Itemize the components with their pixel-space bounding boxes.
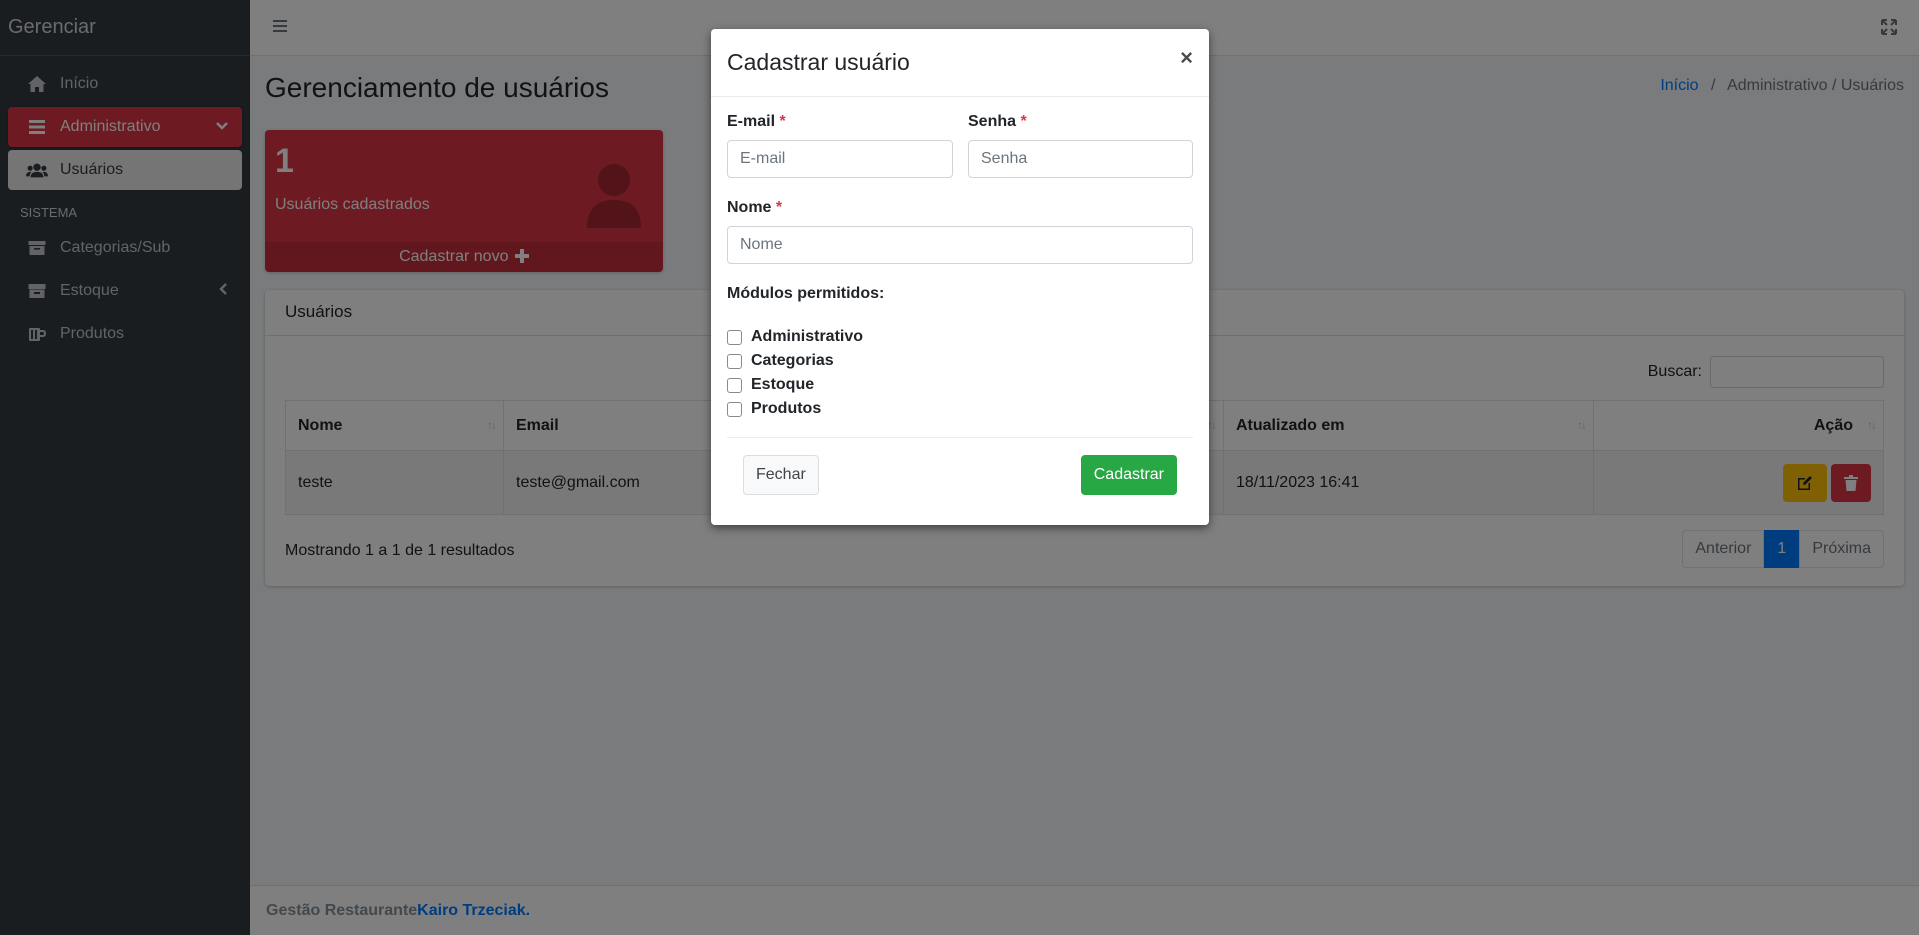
modules-label: Módulos permitidos: — [727, 285, 885, 302]
nome-label: Nome * — [727, 199, 783, 216]
checkbox[interactable] — [727, 401, 742, 417]
name-field[interactable]: Nome — [727, 226, 1193, 264]
submit-button[interactable]: Cadastrar — [1080, 455, 1177, 495]
checkbox[interactable] — [727, 353, 742, 369]
close-icon[interactable]: × — [1180, 45, 1193, 71]
module-checkbox-categorias[interactable]: Categorias — [727, 349, 1193, 373]
modal-body: E-mail * E-mail Senha * Senha Nome * Nom… — [711, 97, 1209, 437]
checkbox[interactable] — [727, 377, 742, 393]
modal-header: Cadastrar usuário × — [711, 29, 1209, 97]
close-button[interactable]: Fechar — [743, 455, 819, 495]
module-checkbox-estoque[interactable]: Estoque — [727, 373, 1193, 397]
modules-checklist: Administrativo Categorias Estoque Produt… — [727, 325, 1193, 421]
password-field[interactable]: Senha — [968, 140, 1193, 178]
modal-divider — [727, 437, 1193, 438]
register-user-modal: Cadastrar usuário × E-mail * E-mail Senh… — [711, 29, 1209, 525]
checkbox[interactable] — [727, 329, 742, 345]
email-field[interactable]: E-mail — [727, 140, 953, 178]
senha-label: Senha * — [968, 113, 1027, 130]
modal-title: Cadastrar usuário — [727, 49, 910, 75]
module-checkbox-produtos[interactable]: Produtos — [727, 397, 1193, 421]
email-label: E-mail * — [727, 113, 786, 130]
module-checkbox-administrativo[interactable]: Administrativo — [727, 325, 1193, 349]
